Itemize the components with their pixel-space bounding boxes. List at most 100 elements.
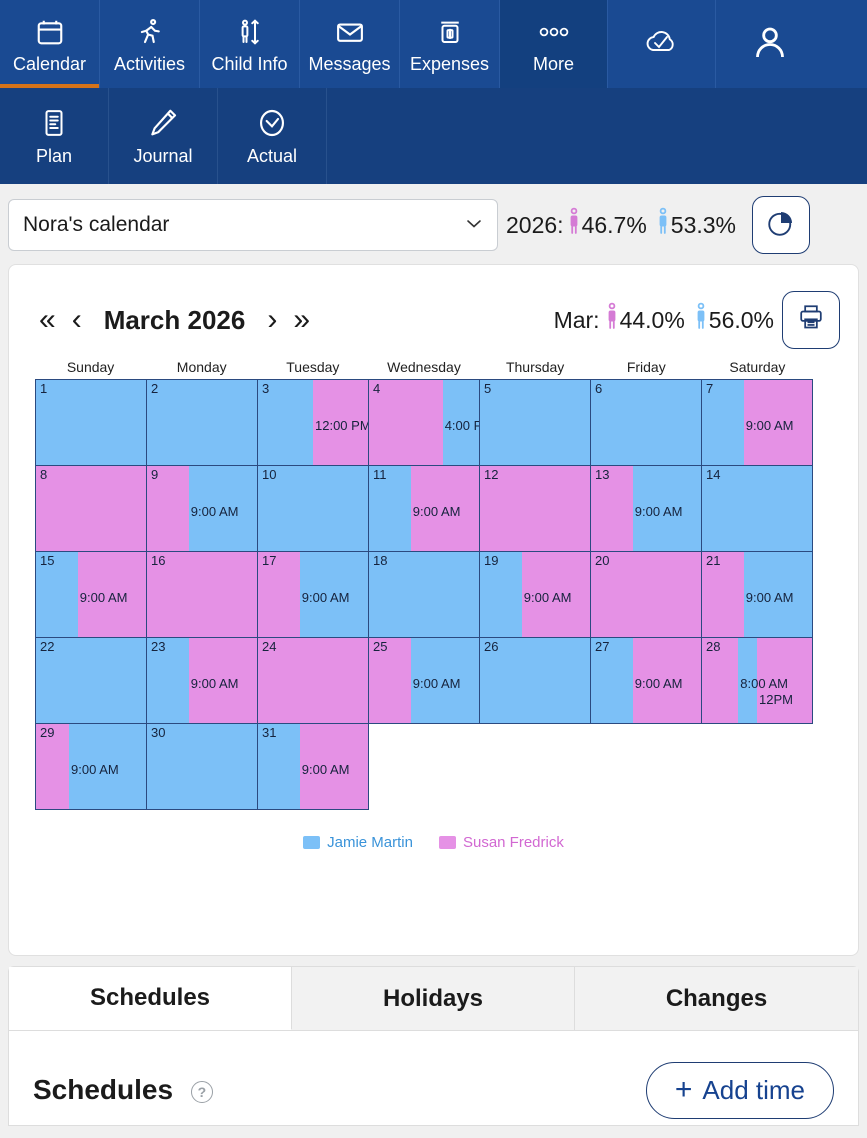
panel-title: Schedules ? [33, 1074, 213, 1106]
day-number: 30 [151, 725, 166, 740]
calendar-day-cell[interactable]: 5 [480, 380, 591, 466]
next-month-button[interactable]: › [267, 305, 277, 335]
nav-item-activities[interactable]: Activities [100, 0, 200, 88]
subnav-item-plan[interactable]: Plan [0, 88, 109, 184]
calendar-day-cell[interactable]: 21 9:00 AM [702, 552, 813, 638]
tab-holidays[interactable]: Holidays [292, 967, 575, 1030]
calendar-day-cell[interactable]: 4 4:00 PM [369, 380, 480, 466]
day-of-week-saturday: Saturday [729, 359, 786, 375]
subnav-item-actual[interactable]: Actual [218, 88, 327, 184]
add-time-label: Add time [702, 1074, 805, 1105]
prev-month-button[interactable]: ‹ [72, 305, 82, 335]
pencil-icon [147, 102, 179, 144]
calendar-week-row: 29 9:00 AM 30 31 9:00 AM [36, 724, 813, 810]
calendar-day-cell[interactable]: 11 9:00 AM [369, 466, 480, 552]
printer-icon [797, 303, 825, 337]
calendar-day-cell[interactable]: 29 9:00 AM [36, 724, 147, 810]
nav-label-expenses: Expenses [409, 54, 490, 74]
cloud-sync-button[interactable] [608, 0, 716, 88]
calendar-day-empty [480, 724, 591, 810]
day-number: 31 [262, 725, 277, 740]
calendar-day-cell[interactable]: 28 8:00 AM 12PM [702, 638, 813, 724]
pie-chart-button[interactable] [752, 196, 810, 254]
calendar-nav-arrows: « ‹ [39, 305, 82, 335]
nav-item-expenses[interactable]: Expenses [400, 0, 500, 88]
subnav-label-actual: Actual [246, 146, 298, 166]
calendar-day-cell[interactable]: 17 9:00 AM [258, 552, 369, 638]
calendar-day-cell[interactable]: 7 9:00 AM [702, 380, 813, 466]
child-height-icon [235, 12, 265, 52]
calendar-day-cell[interactable]: 26 [480, 638, 591, 724]
calendar-day-cell[interactable]: 19 9:00 AM [480, 552, 591, 638]
calendar-day-cell[interactable]: 18 [369, 552, 480, 638]
money-jar-icon [435, 12, 465, 52]
calendar-day-cell[interactable]: 14 [702, 466, 813, 552]
calendar-day-cell[interactable]: 24 [258, 638, 369, 724]
calendar-day-cell[interactable]: 10 [258, 466, 369, 552]
calendar-day-cell[interactable]: 6 [591, 380, 702, 466]
add-time-button[interactable]: + Add time [645, 1061, 834, 1119]
schedules-panel-body: Schedules ? + Add time [9, 1031, 858, 1127]
day-time-label: 9:00 AM [412, 676, 461, 691]
user-account-button[interactable] [716, 0, 824, 88]
calendar-day-cell[interactable]: 25 9:00 AM [369, 638, 480, 724]
bottom-panel: Schedules Holidays Changes Schedules ? +… [8, 966, 859, 1126]
calendar-day-empty [369, 724, 480, 810]
document-plan-icon [39, 102, 69, 144]
running-person-icon [135, 12, 165, 52]
person-blue-icon [693, 302, 709, 338]
day-segment-blue [147, 380, 257, 465]
panel-title-text: Schedules [33, 1074, 174, 1105]
calendar-day-cell[interactable]: 20 [591, 552, 702, 638]
day-time-label: 9:00 AM [523, 590, 572, 605]
nav-item-messages[interactable]: Messages [300, 0, 400, 88]
prev-year-button[interactable]: « [39, 305, 56, 335]
calendar-legend: Jamie Martin Susan Fredrick [9, 834, 858, 851]
top-navigation-bar: Calendar Activities Child Info Messages … [0, 0, 867, 88]
tab-schedules[interactable]: Schedules [9, 967, 292, 1030]
nav-item-calendar[interactable]: Calendar [0, 0, 100, 88]
calendar-day-cell[interactable]: 13 9:00 AM [591, 466, 702, 552]
next-year-button[interactable]: » [293, 305, 310, 335]
day-time-label: 9:00 AM [71, 762, 119, 777]
nav-item-child-info[interactable]: Child Info [200, 0, 300, 88]
day-time-label: 9:00 AM [190, 504, 239, 519]
month-stats: Mar: 44.0% 56.0% [554, 291, 840, 349]
day-number: 24 [262, 639, 277, 654]
legend-swatch [438, 836, 456, 849]
day-number: 4 [373, 381, 381, 396]
day-number: 3 [262, 381, 270, 396]
calendar-select[interactable]: Nora's calendar [8, 199, 498, 251]
subnav-item-journal[interactable]: Journal [109, 88, 218, 184]
calendar-day-cell[interactable]: 12 [480, 466, 591, 552]
subnav-label-journal: Journal [133, 146, 193, 166]
calendar-day-cell[interactable]: 27 9:00 AM [591, 638, 702, 724]
nav-label-more: More [532, 54, 574, 74]
calendar-day-cell[interactable]: 22 [36, 638, 147, 724]
nav-item-more[interactable]: More [500, 0, 608, 88]
pie-chart-icon [766, 208, 796, 243]
calendar-day-cell[interactable]: 15 9:00 AM [36, 552, 147, 638]
print-button[interactable] [782, 291, 840, 349]
calendar-day-cell[interactable]: 8 [36, 466, 147, 552]
month-pct-pink: 44.0% [619, 306, 685, 333]
calendar-day-cell[interactable]: 16 [147, 552, 258, 638]
day-number: 10 [262, 467, 277, 482]
calendar-day-cell[interactable]: 31 9:00 AM [258, 724, 369, 810]
question-mark-icon[interactable]: ? [190, 1080, 213, 1103]
calendar-day-cell[interactable]: 30 [147, 724, 258, 810]
calendar-day-cell[interactable]: 3 12:00 PM [258, 380, 369, 466]
calendar-day-cell[interactable]: 2 [147, 380, 258, 466]
calendar-day-cell[interactable]: 23 9:00 AM [147, 638, 258, 724]
calendar-day-cell[interactable]: 9 9:00 AM [147, 466, 258, 552]
day-number: 20 [595, 553, 610, 568]
day-time-label: 9:00 AM [190, 676, 239, 691]
user-account-icon [750, 22, 790, 67]
day-number: 15 [40, 553, 55, 568]
day-of-week-sunday: Sunday [66, 359, 115, 375]
year-stats-label: 2026: [506, 211, 564, 238]
calendar-weeks: 12312:00 PM44:00 PM5679:00 AM899:00 AM10… [35, 379, 813, 810]
tab-changes[interactable]: Changes [575, 967, 858, 1030]
calendar-day-cell[interactable]: 1 [36, 380, 147, 466]
day-time-label: 12:00 PM [315, 418, 369, 433]
